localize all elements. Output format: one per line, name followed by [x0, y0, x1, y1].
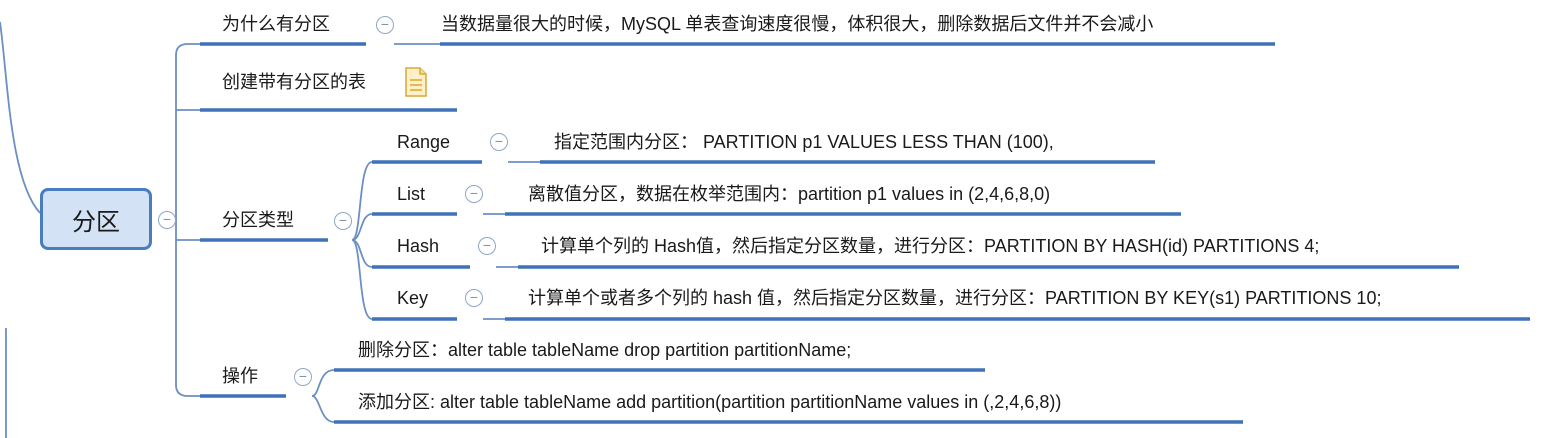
- collapse-icon: −: [482, 237, 492, 253]
- type-range-note[interactable]: 指定范围内分区： PARTITION p1 VALUES LESS THAN (…: [554, 131, 1054, 153]
- collapse-icon: −: [298, 368, 308, 384]
- connector-why: [175, 43, 200, 220]
- connector-op1: [311, 369, 335, 397]
- collapse-icon: −: [380, 16, 390, 32]
- type-key-label[interactable]: Key: [397, 287, 428, 309]
- range-collapse-toggle[interactable]: −: [490, 133, 508, 151]
- branch-why-label[interactable]: 为什么有分区: [222, 13, 330, 35]
- op-add-partition[interactable]: 添加分区: alter table tableName add partitio…: [358, 391, 1061, 413]
- hash-collapse-toggle[interactable]: −: [478, 237, 496, 255]
- collapse-icon: −: [494, 133, 504, 149]
- collapse-icon: −: [469, 185, 479, 201]
- type-hash-note[interactable]: 计算单个列的 Hash值，然后指定分区数量，进行分区：PARTITION BY …: [541, 235, 1319, 257]
- document-icon[interactable]: [404, 67, 428, 97]
- root-label: 分区: [72, 208, 120, 236]
- collapse-icon: −: [469, 289, 479, 305]
- branch-create-label[interactable]: 创建带有分区的表: [222, 71, 366, 93]
- op-drop-partition[interactable]: 删除分区：alter table tableName drop partitio…: [358, 339, 851, 361]
- types-collapse-toggle[interactable]: −: [334, 212, 352, 230]
- ops-collapse-toggle[interactable]: −: [294, 368, 312, 386]
- parent-connector: [0, 21, 41, 214]
- type-list-label[interactable]: List: [397, 183, 425, 205]
- connector-range: [351, 161, 373, 241]
- branch-ops-label[interactable]: 操作: [222, 365, 258, 387]
- list-collapse-toggle[interactable]: −: [465, 185, 483, 203]
- type-hash-label[interactable]: Hash: [397, 235, 439, 257]
- type-list-note[interactable]: 离散值分区，数据在枚举范围内：partition p1 values in (2…: [528, 183, 1050, 205]
- connector-ops: [175, 220, 200, 397]
- key-collapse-toggle[interactable]: −: [465, 289, 483, 307]
- root-node[interactable]: 分区: [40, 188, 152, 250]
- type-range-label[interactable]: Range: [397, 131, 450, 153]
- connector-op2: [311, 395, 335, 423]
- why-note[interactable]: 当数据量很大的时候，MySQL 单表查询速度很慢，体积很大，删除数据后文件并不会…: [441, 13, 1153, 35]
- root-collapse-toggle[interactable]: −: [158, 211, 176, 229]
- why-collapse-toggle[interactable]: −: [376, 16, 394, 34]
- branch-types-label[interactable]: 分区类型: [222, 209, 294, 231]
- collapse-icon: −: [338, 212, 348, 228]
- connector-key: [351, 239, 373, 320]
- type-key-note[interactable]: 计算单个或者多个列的 hash 值，然后指定分区数量，进行分区：PARTITIO…: [528, 287, 1381, 309]
- collapse-icon: −: [162, 211, 172, 227]
